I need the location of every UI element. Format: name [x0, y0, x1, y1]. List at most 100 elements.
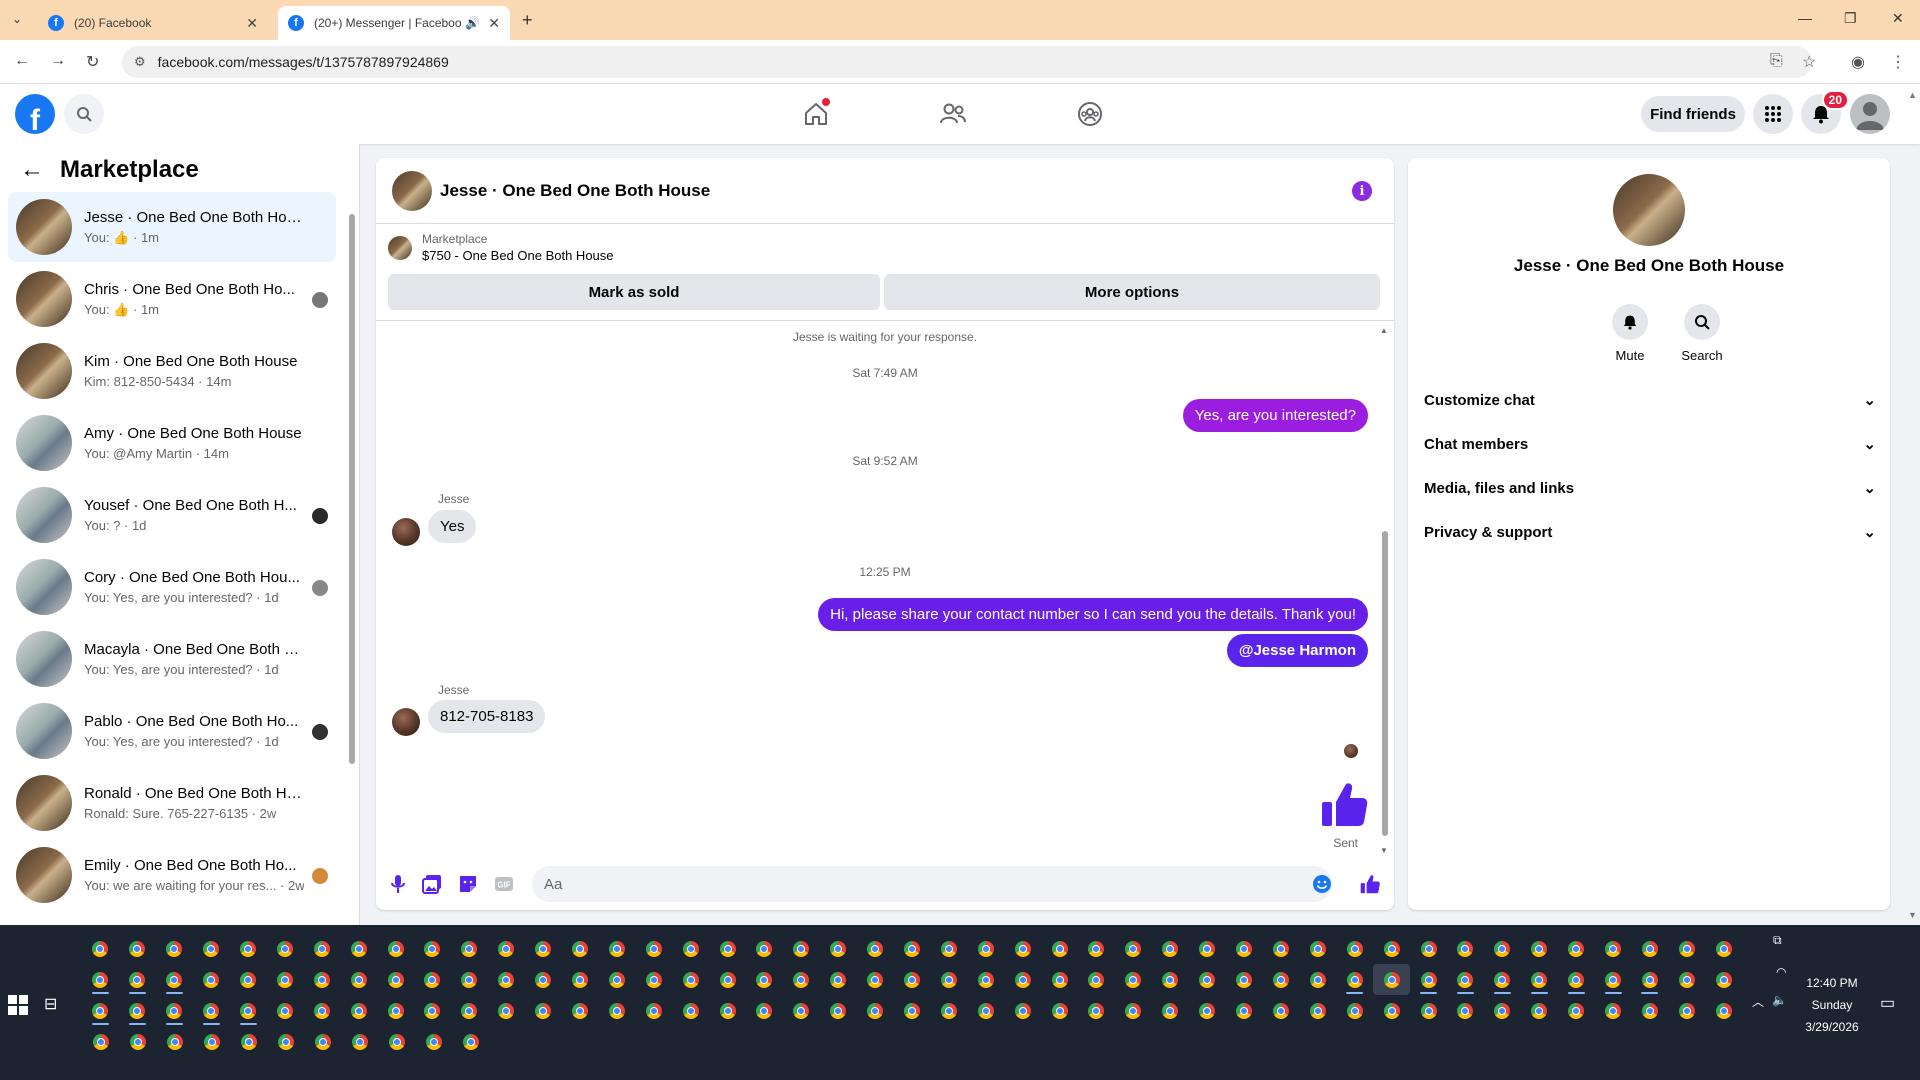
chrome-window-taskbar-icon[interactable]: [193, 933, 230, 964]
incoming-message[interactable]: 812-705-8183: [428, 700, 546, 733]
chrome-window-taskbar-icon[interactable]: [930, 964, 967, 995]
tab-search-dropdown-icon[interactable]: ⌄: [12, 12, 22, 26]
conversation-item[interactable]: Cory · One Bed One Both Hou... You: Yes,…: [8, 552, 336, 622]
chrome-window-taskbar-icon[interactable]: [1668, 995, 1705, 1026]
chrome-window-taskbar-icon[interactable]: [266, 933, 303, 964]
chrome-window-taskbar-icon[interactable]: [1373, 964, 1411, 995]
chrome-window-taskbar-icon[interactable]: [1299, 995, 1336, 1026]
conversation-photo[interactable]: [1613, 174, 1685, 246]
chat-avatar[interactable]: [392, 170, 432, 211]
chrome-window-taskbar-icon[interactable]: [820, 964, 857, 995]
chrome-window-taskbar-icon[interactable]: [1299, 933, 1336, 964]
chrome-window-taskbar-icon[interactable]: [1705, 995, 1742, 1026]
show-hidden-icons-chevron-icon[interactable]: ︿: [1752, 993, 1764, 1010]
chrome-window-taskbar-icon[interactable]: [1336, 964, 1373, 995]
chrome-window-taskbar-icon[interactable]: [709, 933, 746, 964]
wifi-icon[interactable]: ◠: [1776, 965, 1786, 979]
like-send-icon[interactable]: [1358, 872, 1382, 896]
chrome-window-taskbar-icon[interactable]: [156, 964, 193, 995]
info-icon[interactable]: i: [1352, 181, 1372, 201]
chrome-window-taskbar-icon[interactable]: [1521, 933, 1558, 964]
conversation-item[interactable]: Emily · One Bed One Both Ho... You: we a…: [8, 840, 336, 910]
chrome-window-taskbar-icon[interactable]: [377, 995, 414, 1026]
chrome-window-taskbar-icon[interactable]: [341, 1026, 378, 1057]
chrome-window-taskbar-icon[interactable]: [1595, 933, 1632, 964]
chrome-window-taskbar-icon[interactable]: [193, 964, 230, 995]
chrome-window-taskbar-icon[interactable]: [967, 964, 1004, 995]
conversation-item[interactable]: Chris · One Bed One Both Ho... You: 👍 · …: [8, 264, 336, 334]
chrome-window-taskbar-icon[interactable]: [894, 964, 931, 995]
chrome-window-taskbar-icon[interactable]: [1410, 933, 1447, 964]
photo-icon[interactable]: [420, 872, 444, 896]
chrome-window-taskbar-icon[interactable]: [488, 933, 525, 964]
chrome-window-taskbar-icon[interactable]: [378, 1026, 415, 1057]
chrome-window-taskbar-icon[interactable]: [672, 995, 709, 1026]
chrome-window-taskbar-icon[interactable]: [1558, 964, 1595, 995]
conversation-item[interactable]: Pablo · One Bed One Both Ho... You: Yes,…: [8, 696, 336, 766]
nav-friends[interactable]: [933, 98, 973, 130]
system-clock[interactable]: 12:40 PM Sunday 3/29/2026: [1792, 972, 1872, 1038]
minimize-icon[interactable]: —: [1798, 10, 1812, 26]
nav-groups[interactable]: [1070, 98, 1110, 130]
chrome-window-taskbar-icon[interactable]: [783, 933, 820, 964]
chrome-window-taskbar-icon[interactable]: [1631, 964, 1668, 995]
chrome-window-taskbar-icon[interactable]: [562, 995, 599, 1026]
emoji-icon[interactable]: [1310, 872, 1334, 896]
chrome-window-taskbar-icon[interactable]: [452, 1026, 489, 1057]
scrollbar-thumb[interactable]: [349, 214, 355, 764]
chrome-window-taskbar-icon[interactable]: [746, 995, 783, 1026]
chrome-window-taskbar-icon[interactable]: [635, 964, 672, 995]
chrome-window-taskbar-icon[interactable]: [340, 964, 377, 995]
chrome-window-taskbar-icon[interactable]: [415, 1026, 452, 1057]
chrome-window-taskbar-icon[interactable]: [1484, 933, 1521, 964]
chrome-window-taskbar-icon[interactable]: [598, 964, 635, 995]
chrome-window-taskbar-icon[interactable]: [1115, 995, 1152, 1026]
privacy-support-section[interactable]: Privacy & support ⌄: [1424, 514, 1876, 550]
chrome-window-taskbar-icon[interactable]: [303, 964, 340, 995]
chrome-window-taskbar-icon[interactable]: [1078, 995, 1115, 1026]
chrome-window-taskbar-icon[interactable]: [783, 995, 820, 1026]
taskview-tray-icon[interactable]: ⧉: [1773, 933, 1782, 948]
find-friends-button[interactable]: Find friends: [1641, 96, 1745, 132]
chrome-window-taskbar-icon[interactable]: [156, 995, 193, 1026]
chrome-window-taskbar-icon[interactable]: [1558, 933, 1595, 964]
browser-tab-messenger[interactable]: f (20+) Messenger | Facebook 🔊 ✕: [278, 6, 510, 40]
chrome-window-taskbar-icon[interactable]: [930, 995, 967, 1026]
chrome-window-taskbar-icon[interactable]: [156, 933, 193, 964]
back-arrow-icon[interactable]: ←: [20, 156, 44, 184]
chrome-window-taskbar-icon[interactable]: [525, 933, 562, 964]
chrome-window-taskbar-icon[interactable]: [1004, 964, 1041, 995]
chrome-window-taskbar-icon[interactable]: [562, 964, 599, 995]
chrome-window-taskbar-icon[interactable]: [230, 995, 267, 1026]
sender-avatar[interactable]: [392, 518, 420, 546]
chrome-window-taskbar-icon[interactable]: [672, 964, 709, 995]
mark-as-sold-button[interactable]: Mark as sold: [388, 274, 880, 310]
account-avatar[interactable]: [1850, 94, 1890, 134]
bookmark-star-icon[interactable]: ☆: [1802, 52, 1816, 72]
chrome-window-taskbar-icon[interactable]: [1226, 933, 1263, 964]
chrome-window-taskbar-icon[interactable]: [1299, 964, 1336, 995]
chrome-window-taskbar-icon[interactable]: [304, 1026, 341, 1057]
chrome-window-taskbar-icon[interactable]: [488, 964, 525, 995]
chrome-window-taskbar-icon[interactable]: [525, 964, 562, 995]
chrome-window-taskbar-icon[interactable]: [119, 964, 156, 995]
notifications-button[interactable]: 20: [1801, 90, 1849, 134]
chrome-window-taskbar-icon[interactable]: [820, 933, 857, 964]
chrome-window-taskbar-icon[interactable]: [562, 933, 599, 964]
chrome-window-taskbar-icon[interactable]: [1484, 964, 1521, 995]
chrome-window-taskbar-icon[interactable]: [1115, 933, 1152, 964]
chrome-window-taskbar-icon[interactable]: [119, 933, 156, 964]
chat-scrollbar[interactable]: ▲ ▼: [1380, 326, 1390, 856]
address-bar[interactable]: ⚙ facebook.com/messages/t/13757878979248…: [122, 46, 1812, 78]
task-view-icon[interactable]: ⊟: [44, 994, 57, 1014]
chrome-menu-icon[interactable]: ⋮: [1890, 52, 1906, 72]
sticker-icon[interactable]: [456, 872, 480, 896]
gif-icon[interactable]: GIF: [492, 872, 516, 896]
chrome-window-taskbar-icon[interactable]: [967, 995, 1004, 1026]
microphone-icon[interactable]: [386, 872, 410, 896]
chrome-window-taskbar-icon[interactable]: [303, 995, 340, 1026]
chrome-window-taskbar-icon[interactable]: [598, 933, 635, 964]
chrome-window-taskbar-icon[interactable]: [1004, 995, 1041, 1026]
speaker-icon[interactable]: 🔊: [465, 16, 480, 30]
chrome-window-taskbar-icon[interactable]: [1705, 964, 1742, 995]
